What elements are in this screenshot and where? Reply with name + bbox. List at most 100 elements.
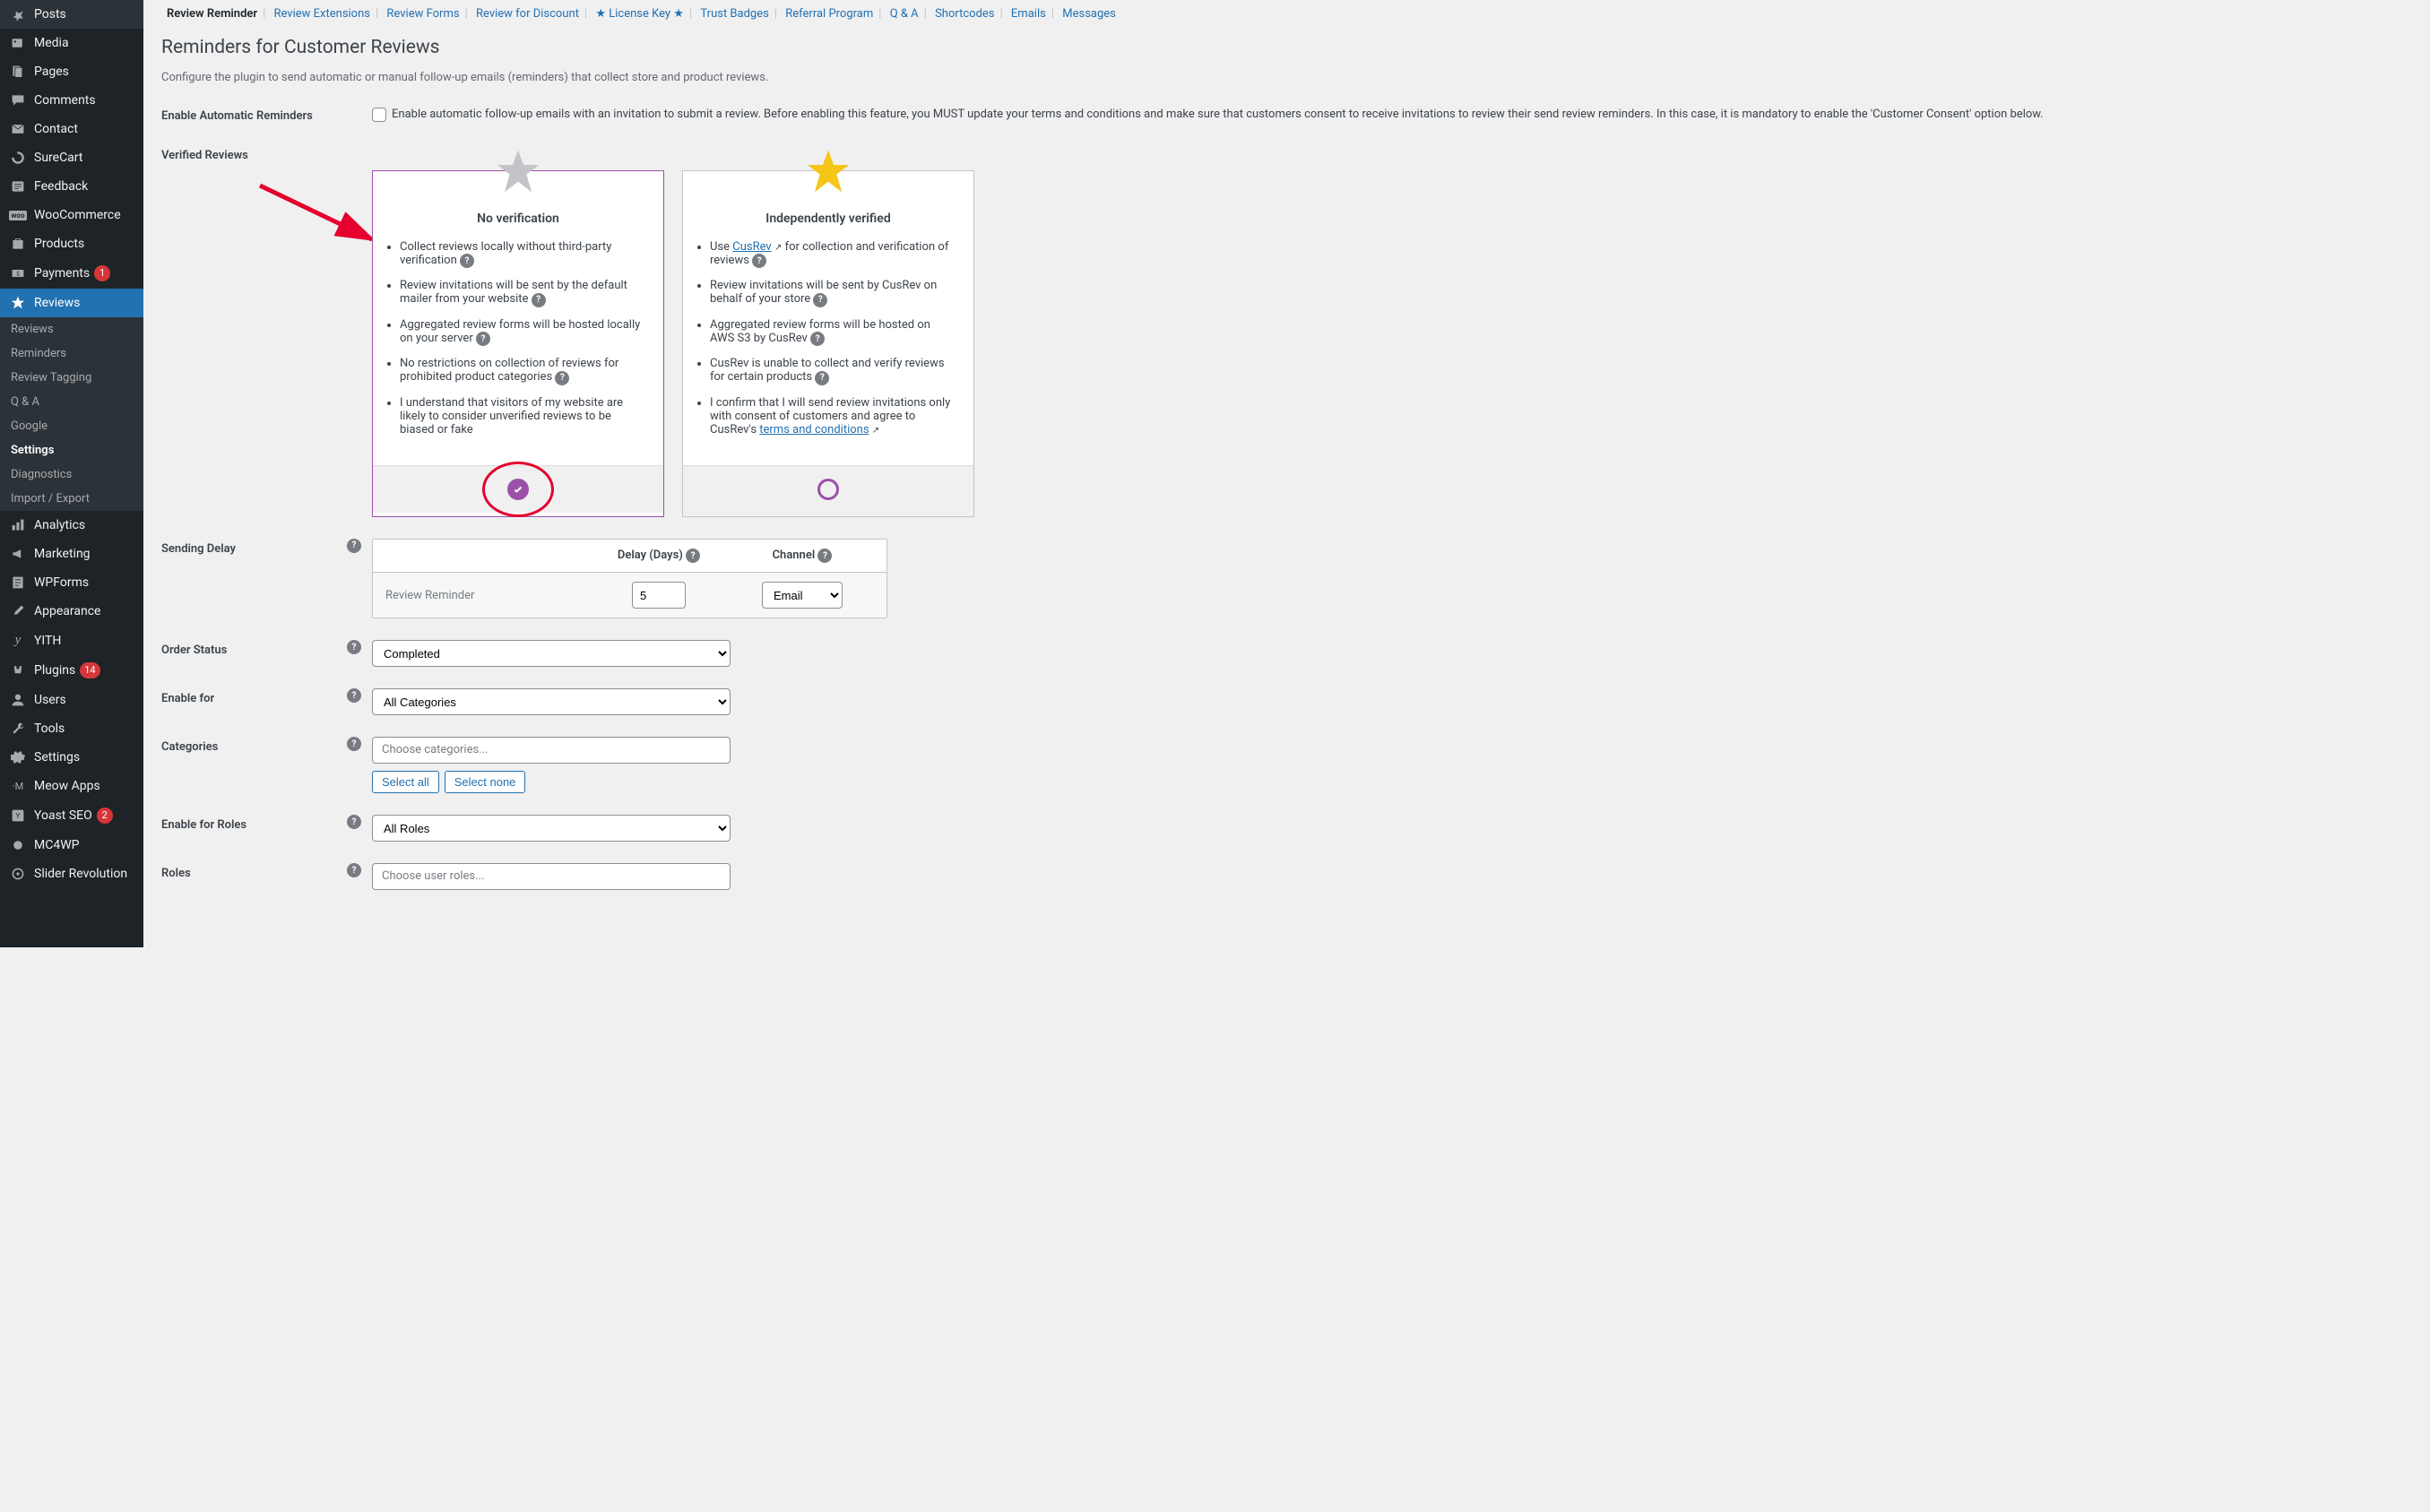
help-icon[interactable]: ?	[347, 640, 361, 654]
help-icon[interactable]: ?	[813, 293, 827, 307]
tab-shortcodes[interactable]: Shortcodes	[930, 7, 999, 21]
tab-review-extensions[interactable]: Review Extensions	[268, 7, 376, 21]
sidebar-label: Yoast SEO	[34, 808, 92, 823]
card-bullet: CusRev is unable to collect and verify r…	[710, 357, 957, 385]
sidebar-item-comments[interactable]: Comments	[0, 86, 143, 115]
select-all-button[interactable]: Select all	[372, 771, 439, 793]
help-icon[interactable]: ?	[476, 332, 490, 346]
submenu-google[interactable]: Google	[0, 414, 143, 438]
help-icon[interactable]: ?	[815, 371, 829, 385]
card-bullet: Review invitations will be sent by the d…	[400, 279, 647, 307]
main-content: Review Reminder| Review Extensions| Revi…	[143, 0, 2430, 947]
sidebar-item-payments[interactable]: $ Payments 1	[0, 258, 143, 289]
sidebar-item-woocommerce[interactable]: woo WooCommerce	[0, 201, 143, 229]
delay-days-input[interactable]	[632, 582, 686, 609]
submenu-reviews[interactable]: Reviews	[0, 317, 143, 341]
roles-label: Roles	[161, 863, 342, 880]
verification-card-cusrev[interactable]: Independently verified Use CusRev ↗ for …	[682, 170, 974, 517]
sidebar-item-yoast[interactable]: Y Yoast SEO 2	[0, 800, 143, 831]
sidebar-item-appearance[interactable]: Appearance	[0, 597, 143, 626]
order-status-select[interactable]: Completed	[372, 640, 731, 667]
card-title: No verification	[373, 171, 663, 240]
sidebar-item-surecart[interactable]: SureCart	[0, 143, 143, 172]
roles-input[interactable]: Choose user roles...	[372, 863, 731, 890]
help-icon[interactable]: ?	[817, 549, 832, 563]
sidebar-label: Pages	[34, 65, 69, 79]
sidebar-item-wpforms[interactable]: WPForms	[0, 568, 143, 597]
sending-delay-label: Sending Delay	[161, 539, 342, 556]
enable-automatic-checkbox[interactable]	[372, 108, 386, 122]
tab-trust-badges[interactable]: Trust Badges	[695, 7, 774, 21]
sidebar-label: WPForms	[34, 575, 89, 590]
sidebar-item-slider[interactable]: Slider Revolution	[0, 860, 143, 888]
sidebar-label: Plugins	[34, 663, 75, 678]
sidebar-item-pages[interactable]: Pages	[0, 57, 143, 86]
help-icon[interactable]: ?	[347, 539, 361, 553]
sidebar-label: Slider Revolution	[34, 867, 127, 881]
sidebar-item-meow[interactable]: ·M Meow Apps	[0, 772, 143, 800]
sidebar-item-plugins[interactable]: Plugins 14	[0, 655, 143, 686]
help-icon[interactable]: ?	[347, 737, 361, 751]
verification-card-none[interactable]: No verification Collect reviews locally …	[372, 170, 664, 517]
radio-unselected[interactable]	[817, 479, 839, 500]
cusrev-link[interactable]: CusRev	[732, 240, 771, 254]
terms-link[interactable]: terms and conditions	[759, 423, 869, 436]
enable-for-roles-select[interactable]: All Roles	[372, 815, 731, 842]
sidebar-item-users[interactable]: Users	[0, 686, 143, 714]
help-icon[interactable]: ?	[686, 549, 700, 563]
sidebar-item-reviews[interactable]: Reviews	[0, 289, 143, 317]
submenu-import-export[interactable]: Import / Export	[0, 487, 143, 511]
help-icon[interactable]: ?	[347, 688, 361, 703]
help-icon[interactable]: ?	[460, 254, 474, 268]
categories-input[interactable]: Choose categories...	[372, 737, 731, 764]
sidebar-item-contact[interactable]: Contact	[0, 115, 143, 143]
comment-icon	[9, 93, 27, 108]
products-icon	[9, 237, 27, 251]
help-icon[interactable]: ?	[810, 332, 825, 346]
help-icon[interactable]: ?	[532, 293, 546, 307]
star-icon	[9, 296, 27, 310]
tab-messages[interactable]: Messages	[1057, 7, 1121, 21]
enable-automatic-label: Enable Automatic Reminders	[161, 106, 372, 123]
sidebar-item-yith[interactable]: y YITH	[0, 626, 143, 655]
sidebar-item-tools[interactable]: Tools	[0, 714, 143, 743]
sidebar-item-media[interactable]: Media	[0, 29, 143, 57]
pin-icon	[9, 7, 27, 22]
sidebar-item-mc4wp[interactable]: MC4WP	[0, 831, 143, 860]
submenu-tagging[interactable]: Review Tagging	[0, 366, 143, 390]
sidebar-item-analytics[interactable]: Analytics	[0, 511, 143, 540]
verified-reviews-label: Verified Reviews	[161, 145, 372, 162]
woo-icon: woo	[9, 211, 27, 220]
help-icon[interactable]: ?	[555, 371, 569, 385]
yith-icon: y	[9, 633, 27, 648]
submenu-diagnostics[interactable]: Diagnostics	[0, 462, 143, 487]
help-icon[interactable]: ?	[752, 254, 766, 268]
enable-for-select[interactable]: All Categories	[372, 688, 731, 715]
tab-review-discount[interactable]: Review for Discount	[471, 7, 584, 21]
sidebar-item-posts[interactable]: Posts	[0, 0, 143, 29]
tab-review-reminder[interactable]: Review Reminder	[161, 7, 263, 21]
enable-for-label: Enable for	[161, 688, 342, 705]
sidebar-item-marketing[interactable]: Marketing	[0, 540, 143, 568]
submenu-reminders[interactable]: Reminders	[0, 341, 143, 366]
sidebar-item-products[interactable]: Products	[0, 229, 143, 258]
categories-label: Categories	[161, 737, 342, 754]
sidebar-label: Comments	[34, 93, 96, 108]
tab-qa[interactable]: Q & A	[885, 7, 924, 21]
sidebar-label: Analytics	[34, 518, 85, 532]
tab-review-forms[interactable]: Review Forms	[381, 7, 464, 21]
tab-referral[interactable]: Referral Program	[780, 7, 878, 21]
settings-tabs: Review Reminder| Review Extensions| Revi…	[161, 7, 2412, 21]
sidebar-item-settings[interactable]: Settings	[0, 743, 143, 772]
enable-for-roles-label: Enable for Roles	[161, 815, 342, 832]
tab-emails[interactable]: Emails	[1006, 7, 1051, 21]
submenu-settings[interactable]: Settings	[0, 438, 143, 462]
tab-license-key[interactable]: ★ License Key ★	[590, 7, 689, 21]
select-none-button[interactable]: Select none	[445, 771, 526, 793]
channel-select[interactable]: Email	[762, 582, 843, 609]
submenu-qa[interactable]: Q & A	[0, 390, 143, 414]
sending-delay-table: Delay (Days) ? Channel ? Review Reminder…	[372, 539, 887, 619]
help-icon[interactable]: ?	[347, 815, 361, 829]
sidebar-item-feedback[interactable]: Feedback	[0, 172, 143, 201]
help-icon[interactable]: ?	[347, 863, 361, 877]
